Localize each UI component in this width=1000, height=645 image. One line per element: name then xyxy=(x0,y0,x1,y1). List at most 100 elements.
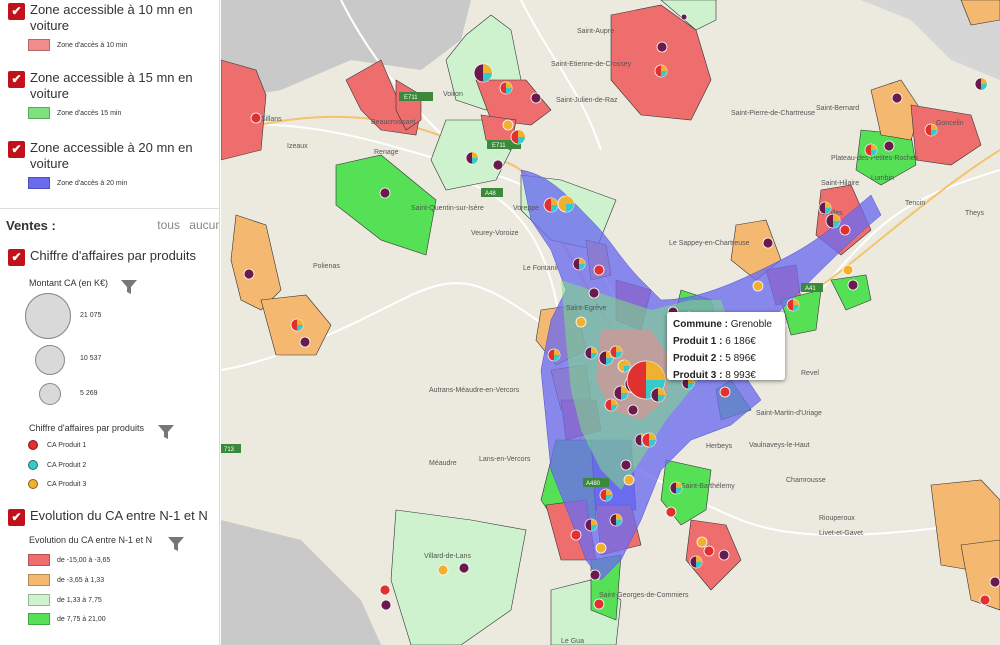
size-circle-medium xyxy=(35,345,65,375)
sales-marker[interactable] xyxy=(473,63,493,83)
sales-marker[interactable] xyxy=(656,41,668,53)
sales-marker[interactable] xyxy=(623,474,635,486)
sales-marker[interactable] xyxy=(243,268,255,280)
sales-marker[interactable] xyxy=(891,92,903,104)
sales-marker[interactable] xyxy=(557,195,575,213)
legend-evolution-1: de -15,00 à -3,65 xyxy=(28,554,110,566)
sales-marker[interactable] xyxy=(654,64,668,78)
sales-marker[interactable] xyxy=(380,599,392,611)
place-theys: Theys xyxy=(965,210,985,217)
place-polienas: Polienas xyxy=(313,263,340,270)
sales-marker[interactable] xyxy=(762,237,774,249)
sales-marker[interactable] xyxy=(465,151,479,165)
sales-marker[interactable] xyxy=(617,359,631,373)
commune-vaulnaveys-red[interactable] xyxy=(685,519,742,591)
legend-label-access-10: Zone d'accès à 10 min xyxy=(57,41,128,49)
sales-marker[interactable] xyxy=(510,129,526,145)
sales-marker[interactable] xyxy=(584,518,598,532)
sales-marker[interactable] xyxy=(786,298,800,312)
sales-marker[interactable] xyxy=(883,140,895,152)
sales-marker[interactable] xyxy=(250,112,262,124)
sales-marker[interactable] xyxy=(584,346,598,360)
filter-icon-products[interactable] xyxy=(157,423,175,441)
place-meaudre: Méaudre xyxy=(429,460,457,467)
sales-marker[interactable] xyxy=(595,542,607,554)
sales-marker[interactable] xyxy=(818,201,832,215)
sales-marker[interactable] xyxy=(547,348,561,362)
place-veurey: Veurey-Voroize xyxy=(471,230,519,237)
map-canvas[interactable]: Sillans Izeaux Beaucroissant Renage Voir… xyxy=(221,0,1000,645)
sales-marker[interactable] xyxy=(719,386,731,398)
sales-marker[interactable] xyxy=(864,143,878,157)
sales-marker[interactable] xyxy=(680,13,688,21)
commune-west-orange[interactable] xyxy=(230,214,282,311)
legend-swatch-evolution-2 xyxy=(28,574,50,586)
filter-icon-evolution[interactable] xyxy=(167,535,185,553)
filter-icon-size[interactable] xyxy=(120,278,138,296)
sales-marker[interactable] xyxy=(696,536,708,548)
sales-marker[interactable] xyxy=(825,213,841,229)
sales-marker[interactable] xyxy=(641,432,657,448)
sales-marker[interactable] xyxy=(593,264,605,276)
place-izeaux: Izeaux xyxy=(287,143,308,150)
size-label-large: 21 075 xyxy=(80,312,102,319)
legend-swatch-access-20 xyxy=(28,177,50,189)
legend-label-access-15: Zone d'accès 15 min xyxy=(57,109,122,117)
select-all-link[interactable]: tous xyxy=(157,218,180,232)
sales-marker[interactable] xyxy=(604,398,618,412)
sales-marker[interactable] xyxy=(437,564,449,576)
sales-marker[interactable] xyxy=(609,513,623,527)
sales-marker[interactable] xyxy=(627,404,639,416)
sales-marker[interactable] xyxy=(665,506,677,518)
sales-marker[interactable] xyxy=(620,459,632,471)
sales-marker[interactable] xyxy=(589,569,601,581)
sales-marker[interactable] xyxy=(689,555,703,569)
sales-marker[interactable] xyxy=(703,545,715,557)
sales-marker[interactable] xyxy=(499,81,513,95)
sales-marker[interactable] xyxy=(839,224,851,236)
sales-marker[interactable] xyxy=(492,159,504,171)
checkbox-evolution[interactable]: ✔ xyxy=(8,509,25,526)
sales-marker[interactable] xyxy=(718,549,730,561)
sales-marker[interactable] xyxy=(530,92,542,104)
place-saint-julien: Saint-Julien-de-Raz xyxy=(556,97,618,104)
sales-marker[interactable] xyxy=(974,77,988,91)
sales-marker[interactable] xyxy=(613,385,629,401)
sales-marker[interactable] xyxy=(847,279,859,291)
sales-marker[interactable] xyxy=(650,387,666,403)
sales-marker[interactable] xyxy=(842,264,854,276)
checkbox-access-20[interactable]: ✔ xyxy=(8,141,25,158)
sales-marker[interactable] xyxy=(570,529,582,541)
sales-marker[interactable] xyxy=(543,197,559,213)
commune-goncelin[interactable] xyxy=(910,104,982,166)
sales-marker[interactable] xyxy=(588,287,600,299)
sales-marker[interactable] xyxy=(379,584,391,596)
checkbox-access-15[interactable]: ✔ xyxy=(8,71,25,88)
sales-marker[interactable] xyxy=(379,187,391,199)
commune-villard-de-lans[interactable] xyxy=(390,509,527,645)
select-none-link[interactable]: aucun xyxy=(189,218,219,232)
sales-marker[interactable] xyxy=(924,123,938,137)
sales-marker[interactable] xyxy=(979,594,991,606)
map-view[interactable]: Sillans Izeaux Beaucroissant Renage Voir… xyxy=(221,0,1000,645)
place-voiron: Voiron xyxy=(443,91,463,98)
checkbox-access-10[interactable]: ✔ xyxy=(8,3,25,20)
sales-marker[interactable] xyxy=(599,488,613,502)
sales-marker[interactable] xyxy=(989,576,1000,588)
commune-tooltip: Commune : Grenoble Produit 1 : 6 186€ Pr… xyxy=(667,312,785,381)
place-saint-pierre: Saint-Pierre-de-Chartreuse xyxy=(731,110,815,117)
sales-marker[interactable] xyxy=(458,562,470,574)
place-saint-aupre: Saint-Aupre xyxy=(577,28,614,35)
shield-e711-b-label: E711 xyxy=(492,143,506,149)
sales-marker[interactable] xyxy=(502,119,514,131)
tooltip-product2-label: Produit 2 : xyxy=(673,353,723,364)
sales-marker[interactable] xyxy=(572,257,586,271)
sales-marker[interactable] xyxy=(290,318,304,332)
sales-marker[interactable] xyxy=(609,345,623,359)
sales-marker[interactable] xyxy=(575,316,587,328)
sales-marker[interactable] xyxy=(299,336,311,348)
sales-marker[interactable] xyxy=(752,280,764,292)
sales-marker[interactable] xyxy=(669,481,683,495)
checkbox-ca-produits[interactable]: ✔ xyxy=(8,249,25,266)
sales-marker[interactable] xyxy=(593,598,605,610)
